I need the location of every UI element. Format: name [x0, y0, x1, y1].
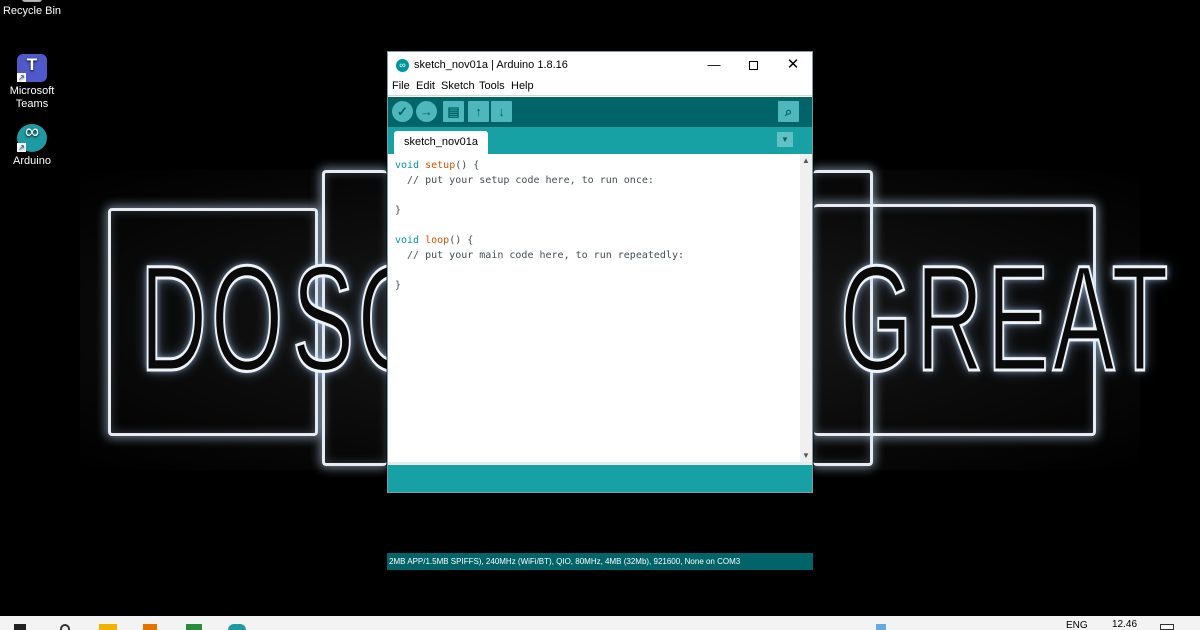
code-function: setup: [425, 160, 456, 171]
menu-sketch[interactable]: Sketch: [441, 80, 475, 92]
menu-file[interactable]: File: [392, 80, 410, 92]
tab-menu-button[interactable]: ▼: [777, 132, 793, 147]
minimize-button[interactable]: —: [694, 52, 734, 77]
verify-button[interactable]: ✓: [392, 101, 413, 122]
menu-edit[interactable]: Edit: [416, 80, 435, 92]
code-line: }: [395, 205, 402, 216]
shortcut-arrow-icon: ↗: [17, 143, 26, 152]
arrow-up-icon: ↑: [475, 104, 482, 119]
taskbar: ENG 12.46: [0, 616, 1200, 630]
neon-word-do: DO: [139, 234, 287, 402]
file-explorer-icon[interactable]: [99, 624, 117, 630]
recycle-bin-icon: [22, 0, 42, 2]
desktop-icon-label: Arduino: [13, 155, 51, 167]
window-titlebar[interactable]: ∞ sketch_nov01a | Arduino 1.8.16 — ✕: [388, 52, 812, 77]
editor-scrollbar[interactable]: ▲ ▼: [800, 154, 812, 462]
message-console: [388, 465, 812, 492]
code-line: }: [395, 280, 402, 291]
network-icon[interactable]: [876, 624, 886, 630]
upload-button[interactable]: →: [416, 101, 437, 122]
menu-bar: File Edit Sketch Tools Help: [388, 77, 812, 96]
close-button[interactable]: ✕: [773, 52, 813, 77]
document-icon: ▤: [447, 104, 460, 119]
board-status-line: 2MB APP/1.5MB SPIFFS), 240MHz (WiFi/BT),…: [387, 553, 813, 570]
menu-tools[interactable]: Tools: [479, 80, 505, 92]
code-editor[interactable]: void setup() { // put your setup code he…: [388, 154, 800, 462]
window-title: sketch_nov01a | Arduino 1.8.16: [414, 59, 568, 71]
code-line: // put your main code here, to run repea…: [395, 250, 684, 261]
desktop-icon-label: Recycle Bin: [2, 5, 62, 17]
windows-start-icon[interactable]: [14, 624, 26, 630]
code-function: loop: [425, 235, 450, 246]
tab-sketch[interactable]: sketch_nov01a: [394, 131, 488, 154]
desktop-icon-label: Microsoft Teams: [9, 85, 55, 110]
teams-icon: ↗: [17, 54, 47, 82]
scroll-up-icon[interactable]: ▲: [802, 156, 810, 165]
check-icon: ✓: [397, 104, 408, 119]
code-keyword: void: [395, 160, 420, 171]
code-rest: () {: [455, 160, 480, 171]
code-text: void setup() { // put your setup code he…: [395, 158, 684, 293]
code-line: void loop() {: [395, 233, 684, 248]
arduino-icon: ↗: [17, 124, 47, 152]
language-indicator[interactable]: ENG: [1066, 620, 1088, 630]
arduino-logo-icon: ∞: [396, 59, 409, 72]
magnifier-icon: ⌕: [784, 104, 793, 119]
code-keyword: void: [395, 235, 420, 246]
code-rest: () {: [449, 235, 474, 246]
paint-icon[interactable]: [143, 624, 157, 630]
desktop-icon-arduino[interactable]: ↗ Arduino: [0, 124, 64, 168]
ide-toolbar: ✓ → ▤ ↑ ↓ ⌕: [388, 97, 812, 127]
shortcut-arrow-icon: ↗: [17, 73, 26, 82]
notification-icon[interactable]: [1160, 624, 1174, 630]
desktop-icon-microsoft-teams[interactable]: ↗ Microsoft Teams: [0, 54, 64, 111]
arduino-ide-window: ∞ sketch_nov01a | Arduino 1.8.16 — ✕ Fil…: [387, 51, 813, 493]
scroll-down-icon[interactable]: ▼: [802, 451, 810, 460]
spreadsheet-icon[interactable]: [186, 624, 202, 630]
save-sketch-button[interactable]: ↓: [491, 101, 512, 122]
arduino-taskbar-icon[interactable]: [228, 624, 246, 630]
arrow-right-icon: →: [420, 104, 433, 119]
new-sketch-button[interactable]: ▤: [443, 101, 464, 122]
neon-word-great: GREAT: [839, 234, 1173, 402]
code-line: void setup() {: [395, 158, 684, 173]
maximize-button[interactable]: [733, 52, 773, 77]
arrow-down-icon: ↓: [498, 104, 505, 119]
open-sketch-button[interactable]: ↑: [468, 101, 489, 122]
sketch-tab-bar: sketch_nov01a ▼: [388, 127, 812, 154]
maximize-icon: [748, 61, 758, 71]
clock[interactable]: 12.46: [1112, 619, 1137, 630]
menu-help[interactable]: Help: [511, 80, 534, 92]
desktop-icon-recycle-bin[interactable]: Recycle Bin: [0, 0, 64, 18]
triangle-down-icon: ▼: [781, 135, 789, 144]
serial-monitor-button[interactable]: ⌕: [778, 101, 799, 122]
code-line: // put your setup code here, to run once…: [395, 175, 654, 186]
search-icon[interactable]: [60, 624, 70, 630]
